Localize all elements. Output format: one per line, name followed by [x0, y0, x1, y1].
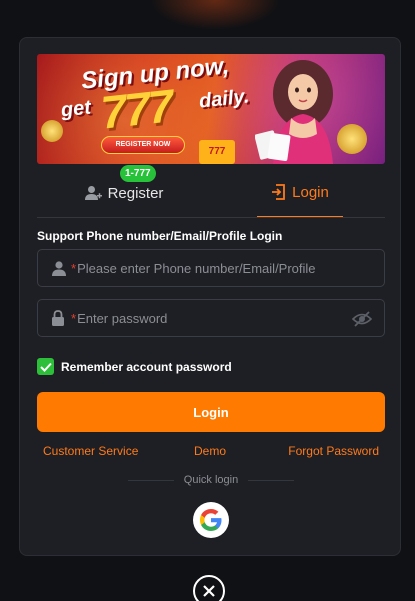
- required-mark: *: [71, 260, 77, 276]
- login-icon: [272, 184, 286, 200]
- tab-register-label: Register: [107, 184, 164, 202]
- quick-login-divider: Quick login: [128, 473, 295, 487]
- register-bonus-badge: 1-777: [120, 165, 156, 182]
- login-button[interactable]: Login: [37, 392, 385, 432]
- close-button[interactable]: [193, 575, 225, 601]
- account-input[interactable]: [77, 260, 384, 276]
- account-field[interactable]: *: [37, 249, 385, 287]
- required-mark: *: [71, 310, 77, 326]
- eye-off-icon[interactable]: [352, 310, 372, 328]
- password-input[interactable]: [77, 310, 384, 326]
- tab-divider: [37, 217, 385, 218]
- slot-icon: 777: [199, 140, 235, 164]
- remember-password[interactable]: Remember account password: [37, 358, 232, 375]
- add-user-icon: [84, 186, 102, 200]
- close-icon: [203, 585, 215, 597]
- customer-service-link[interactable]: Customer Service: [43, 444, 138, 458]
- promo-banner[interactable]: Sign up now, get 777 daily. REGISTER NOW…: [37, 54, 385, 164]
- auth-links: Customer Service Demo Forgot Password: [37, 444, 385, 460]
- divider-line: [128, 479, 174, 481]
- girl-illustration: [255, 60, 333, 164]
- password-field[interactable]: *: [37, 299, 385, 337]
- lock-icon: [51, 310, 67, 326]
- background-glow: [150, 0, 280, 30]
- forgot-password-link[interactable]: Forgot Password: [288, 444, 379, 458]
- remember-label: Remember account password: [61, 359, 232, 374]
- tab-login[interactable]: Login: [257, 168, 343, 218]
- login-form-label: Support Phone number/Email/Profile Login: [37, 229, 283, 243]
- check-icon: [39, 362, 52, 372]
- quick-login-label: Quick login: [183, 474, 239, 486]
- auth-tabs: Register 1-777 Login: [37, 165, 385, 218]
- coin-icon: [41, 120, 63, 142]
- tab-register[interactable]: Register 1-777: [37, 165, 211, 218]
- banner-amount: 777: [98, 79, 175, 139]
- demo-link[interactable]: Demo: [194, 444, 226, 458]
- banner-register-button[interactable]: REGISTER NOW: [101, 136, 185, 154]
- login-modal: Sign up now, get 777 daily. REGISTER NOW…: [19, 37, 401, 556]
- user-icon: [51, 260, 67, 276]
- banner-get: get: [59, 96, 93, 122]
- divider-line: [248, 479, 295, 481]
- google-icon: [200, 509, 222, 531]
- remember-checkbox[interactable]: [37, 358, 54, 375]
- google-login-button[interactable]: [193, 502, 229, 538]
- tab-login-label: Login: [292, 183, 329, 201]
